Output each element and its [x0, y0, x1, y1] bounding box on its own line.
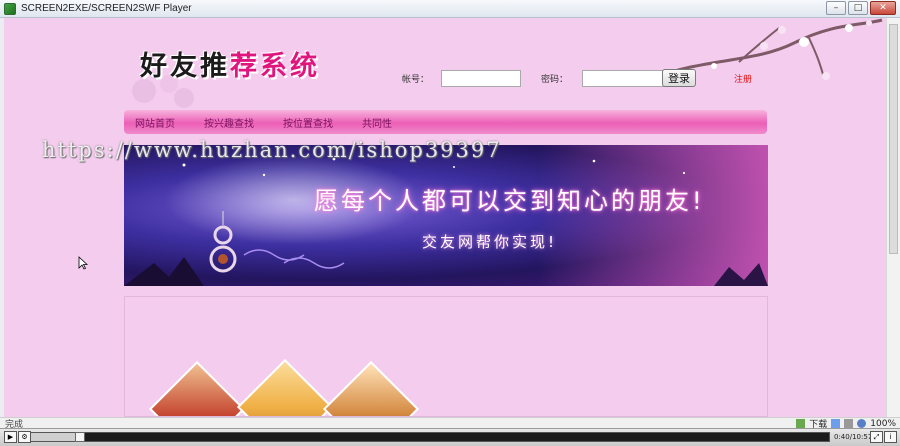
hero-banner: 愿每个人都可以交到知心的朋友! 交友网帮你实现!	[124, 145, 768, 286]
security-icon	[796, 419, 806, 428]
zoom-level[interactable]: 100%	[870, 419, 896, 429]
status-bar: 完成 下载 100%	[0, 417, 900, 430]
browser-viewport: 好友推荐系统 帐号： 密码： 登录 注册 网站首页 按兴趣查找 按位置查找 共同…	[0, 18, 900, 417]
watermark-url: https://www.huzhan.com/ishop39397	[42, 138, 502, 162]
monitor-icon	[831, 419, 841, 428]
player-controls: ▶ ⚙ 0:40/10:57 ⤢ i	[0, 428, 900, 446]
window-titlebar: SCREEN2EXE/SCREEN2SWF Player – □ ✕	[0, 0, 900, 18]
nav-commonality[interactable]: 共同性	[362, 115, 392, 130]
logo-text-dark: 好友推	[140, 51, 230, 82]
minimize-button[interactable]: –	[826, 1, 846, 15]
fullscreen-icon[interactable]: ⤢	[870, 431, 883, 443]
progress-fill	[31, 433, 80, 441]
banner-title: 愿每个人都可以交到知心的朋友!	[314, 187, 705, 215]
mouse-cursor-icon	[78, 256, 88, 270]
account-label: 帐号：	[402, 75, 430, 85]
password-label: 密码：	[541, 75, 569, 85]
member-photo-3[interactable]	[322, 360, 420, 416]
playback-progress[interactable]	[30, 432, 830, 442]
app-icon	[4, 2, 16, 15]
maximize-button[interactable]: □	[848, 1, 868, 15]
site-logo: 好友推荐系统	[140, 44, 320, 83]
playback-time: 0:40/10:57	[834, 433, 873, 441]
member-photo-1[interactable]	[148, 360, 246, 416]
scrollbar-thumb[interactable]	[889, 24, 898, 254]
banner-subtitle: 交友网帮你实现!	[422, 233, 558, 251]
window-title: SCREEN2EXE/SCREEN2SWF Player	[21, 3, 192, 14]
speaker-icon[interactable]	[844, 419, 854, 428]
nav-home[interactable]: 网站首页	[135, 115, 175, 130]
zoom-icon[interactable]	[857, 419, 867, 428]
content-panel	[124, 296, 768, 417]
nav-by-location[interactable]: 按位置查找	[283, 115, 333, 130]
window-controls: – □ ✕	[826, 1, 896, 15]
info-icon[interactable]: i	[884, 431, 897, 443]
register-link[interactable]: 注册	[734, 72, 752, 85]
nav-by-interest[interactable]: 按兴趣查找	[204, 115, 254, 130]
login-button[interactable]: 登录	[662, 69, 696, 87]
vertical-scrollbar[interactable]	[886, 18, 900, 417]
gourd-pendant-icon	[209, 211, 237, 273]
account-input[interactable]	[441, 70, 522, 87]
main-nav: 网站首页 按兴趣查找 按位置查找 共同性	[124, 110, 767, 134]
progress-knob[interactable]	[74, 432, 85, 442]
login-form: 帐号： 密码：	[402, 70, 667, 87]
logo-text-pink: 荐系统	[230, 51, 320, 82]
play-icon[interactable]: ▶	[4, 431, 17, 443]
close-button[interactable]: ✕	[870, 1, 896, 15]
password-input[interactable]	[582, 70, 667, 87]
member-photo-2[interactable]	[236, 358, 334, 416]
